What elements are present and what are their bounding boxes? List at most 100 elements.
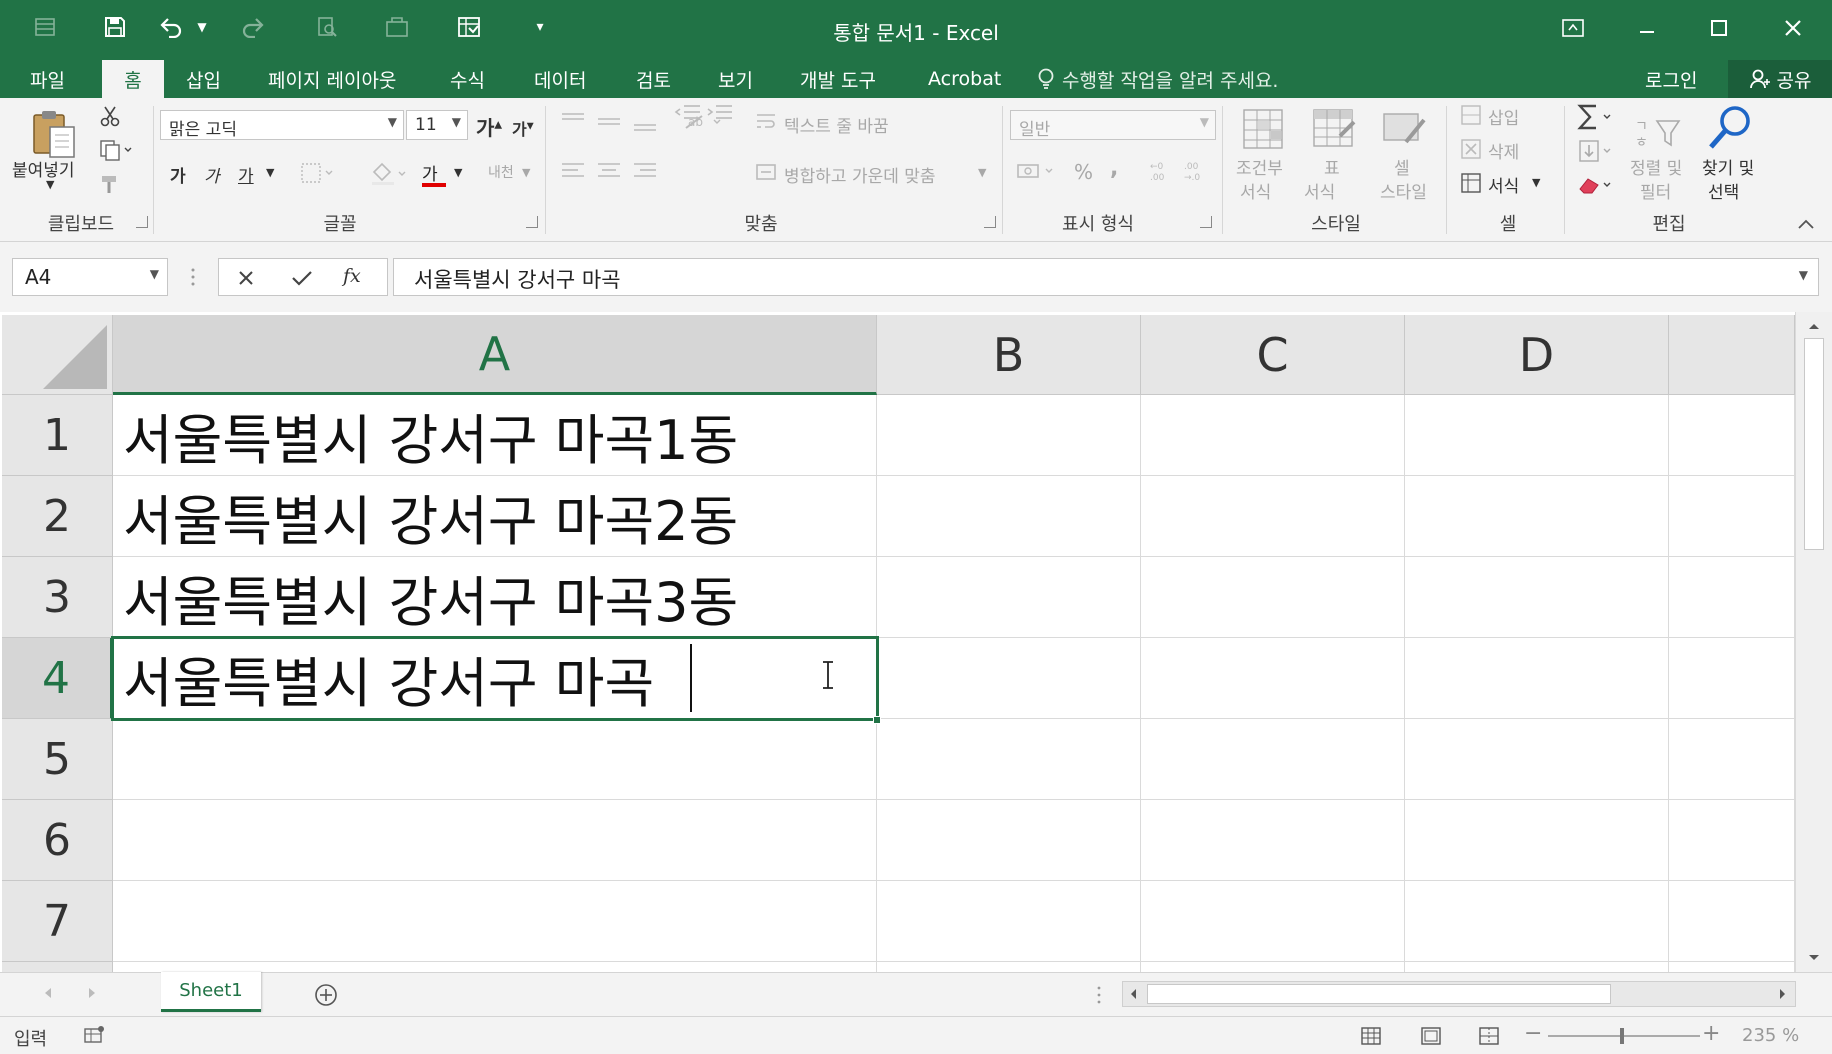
- cell-a2[interactable]: 서울특별시 강서구 마곡2동: [113, 476, 877, 557]
- column-header-c[interactable]: C: [1141, 315, 1405, 395]
- cell-d7[interactable]: [1405, 881, 1669, 962]
- page-break-view-icon[interactable]: [1476, 1023, 1502, 1049]
- cancel-entry-icon[interactable]: [233, 265, 259, 291]
- worksheet-grid[interactable]: A B C D 1 2 3 4 5 6 7 서울특별시 강서구 마곡1동 서울특…: [0, 312, 1795, 972]
- wrap-text-label[interactable]: 텍스트 줄 바꿈: [784, 112, 889, 137]
- scroll-up-icon[interactable]: [1804, 318, 1824, 334]
- cell-c2[interactable]: [1141, 476, 1405, 557]
- tab-developer[interactable]: 개발 도구: [786, 60, 890, 98]
- sort-filter-label-2[interactable]: 필터: [1640, 178, 1671, 203]
- bold-button[interactable]: 가: [170, 162, 186, 187]
- cell-a6[interactable]: [113, 800, 877, 881]
- cell-a7[interactable]: [113, 881, 877, 962]
- cell-b2[interactable]: [877, 476, 1141, 557]
- confirm-entry-icon[interactable]: [289, 265, 315, 291]
- maximize-icon[interactable]: [1694, 8, 1744, 48]
- cell-d1[interactable]: [1405, 395, 1669, 476]
- cell-a3[interactable]: 서울특별시 강서구 마곡3동: [113, 557, 877, 638]
- cell-b1[interactable]: [877, 395, 1141, 476]
- row-header-7[interactable]: 7: [2, 881, 113, 962]
- fill-down-icon[interactable]: [1574, 136, 1622, 166]
- font-color-dropdown-icon[interactable]: ▼: [454, 166, 462, 179]
- cell-e1[interactable]: [1669, 395, 1795, 476]
- shrink-font-button[interactable]: 가▼: [512, 116, 534, 140]
- zoom-in-icon[interactable]: +: [1702, 1021, 1720, 1046]
- tab-file[interactable]: 파일: [16, 60, 79, 98]
- prev-sheet-icon[interactable]: [38, 983, 58, 1003]
- sort-filter-label-1[interactable]: 정렬 및: [1630, 154, 1682, 179]
- tab-insert[interactable]: 삽입: [172, 60, 235, 98]
- cell-c1[interactable]: [1141, 395, 1405, 476]
- find-select-label-1[interactable]: 찾기 및: [1702, 154, 1754, 179]
- indent-icons[interactable]: [672, 98, 738, 128]
- cell-a5[interactable]: [113, 719, 877, 800]
- row-header-4[interactable]: 4: [2, 638, 113, 719]
- cell-d4[interactable]: [1405, 638, 1669, 719]
- new-sheet-icon[interactable]: [312, 981, 340, 1009]
- zoom-slider-thumb[interactable]: [1620, 1028, 1624, 1044]
- number-format-combo[interactable]: 일반 ▼: [1010, 110, 1216, 140]
- horizontal-scrollbar[interactable]: [1122, 981, 1796, 1007]
- cell-b6[interactable]: [877, 800, 1141, 881]
- share-button[interactable]: 공유: [1728, 60, 1832, 98]
- row-header-8[interactable]: [2, 962, 113, 972]
- cell-b3[interactable]: [877, 557, 1141, 638]
- scroll-down-icon[interactable]: [1804, 950, 1824, 966]
- cell-e4[interactable]: [1669, 638, 1795, 719]
- number-launcher-icon[interactable]: [1200, 216, 1212, 228]
- vertical-align-icons[interactable]: [556, 108, 676, 136]
- insert-cells-label[interactable]: 삽입: [1488, 104, 1519, 129]
- cell-d5[interactable]: [1405, 719, 1669, 800]
- cell-styles-icon[interactable]: [1376, 104, 1432, 154]
- next-sheet-icon[interactable]: [82, 983, 102, 1003]
- zoom-out-icon[interactable]: −: [1524, 1021, 1542, 1046]
- cell-c6[interactable]: [1141, 800, 1405, 881]
- phonetic-dropdown-icon[interactable]: ▼: [522, 166, 530, 179]
- accounting-format-icon[interactable]: [1012, 156, 1064, 186]
- fill-handle[interactable]: [873, 716, 881, 724]
- tab-formulas[interactable]: 수식: [436, 60, 499, 98]
- tab-split-grip-icon[interactable]: [1096, 985, 1102, 1005]
- row-header-6[interactable]: 6: [2, 800, 113, 881]
- font-launcher-icon[interactable]: [526, 216, 538, 228]
- borders-icon[interactable]: [298, 158, 338, 188]
- delete-cells-icon[interactable]: [1458, 136, 1484, 162]
- cell-d6[interactable]: [1405, 800, 1669, 881]
- conditional-formatting-icon[interactable]: [1236, 104, 1292, 154]
- cell-c8[interactable]: [1141, 962, 1405, 972]
- paste-label[interactable]: 붙여넣기: [12, 156, 75, 181]
- format-cells-label[interactable]: 서식: [1488, 172, 1519, 197]
- cell-d8[interactable]: [1405, 962, 1669, 972]
- cell-b5[interactable]: [877, 719, 1141, 800]
- vertical-scroll-thumb[interactable]: [1804, 338, 1824, 550]
- cell-e7[interactable]: [1669, 881, 1795, 962]
- collapse-ribbon-icon[interactable]: [1794, 214, 1818, 234]
- format-painter-icon[interactable]: [96, 170, 124, 198]
- cell-styles-label-2[interactable]: 스타일: [1380, 178, 1427, 203]
- insert-cells-icon[interactable]: [1458, 102, 1484, 128]
- row-header-1[interactable]: 1: [2, 395, 113, 476]
- column-header-b[interactable]: B: [877, 315, 1141, 395]
- zoom-level[interactable]: 235 %: [1742, 1025, 1799, 1046]
- cell-d2[interactable]: [1405, 476, 1669, 557]
- sheet-tab-sheet1[interactable]: Sheet1: [161, 972, 261, 1012]
- italic-button[interactable]: 가: [204, 162, 220, 187]
- paste-dropdown-icon[interactable]: ▼: [46, 178, 54, 191]
- delete-cells-label[interactable]: 삭제: [1488, 138, 1519, 163]
- conditional-formatting-label-2[interactable]: 서식: [1240, 178, 1271, 203]
- horizontal-align-icons[interactable]: [556, 156, 676, 186]
- login-link[interactable]: 로그인: [1645, 62, 1697, 96]
- cell-c7[interactable]: [1141, 881, 1405, 962]
- tab-view[interactable]: 보기: [704, 60, 767, 98]
- format-cells-dropdown-icon[interactable]: ▼: [1532, 176, 1540, 189]
- cell-b7[interactable]: [877, 881, 1141, 962]
- alignment-launcher-icon[interactable]: [984, 216, 996, 228]
- ribbon-display-options-icon[interactable]: [1548, 8, 1598, 48]
- copy-icon[interactable]: [96, 136, 136, 164]
- underline-dropdown-icon[interactable]: ▼: [266, 166, 274, 179]
- tab-data[interactable]: 데이터: [520, 60, 600, 98]
- grow-font-button[interactable]: 가▲: [476, 112, 502, 141]
- comma-style-button[interactable]: ,: [1110, 156, 1118, 181]
- find-select-label-2[interactable]: 선택: [1708, 178, 1739, 203]
- paste-icon[interactable]: [26, 106, 82, 160]
